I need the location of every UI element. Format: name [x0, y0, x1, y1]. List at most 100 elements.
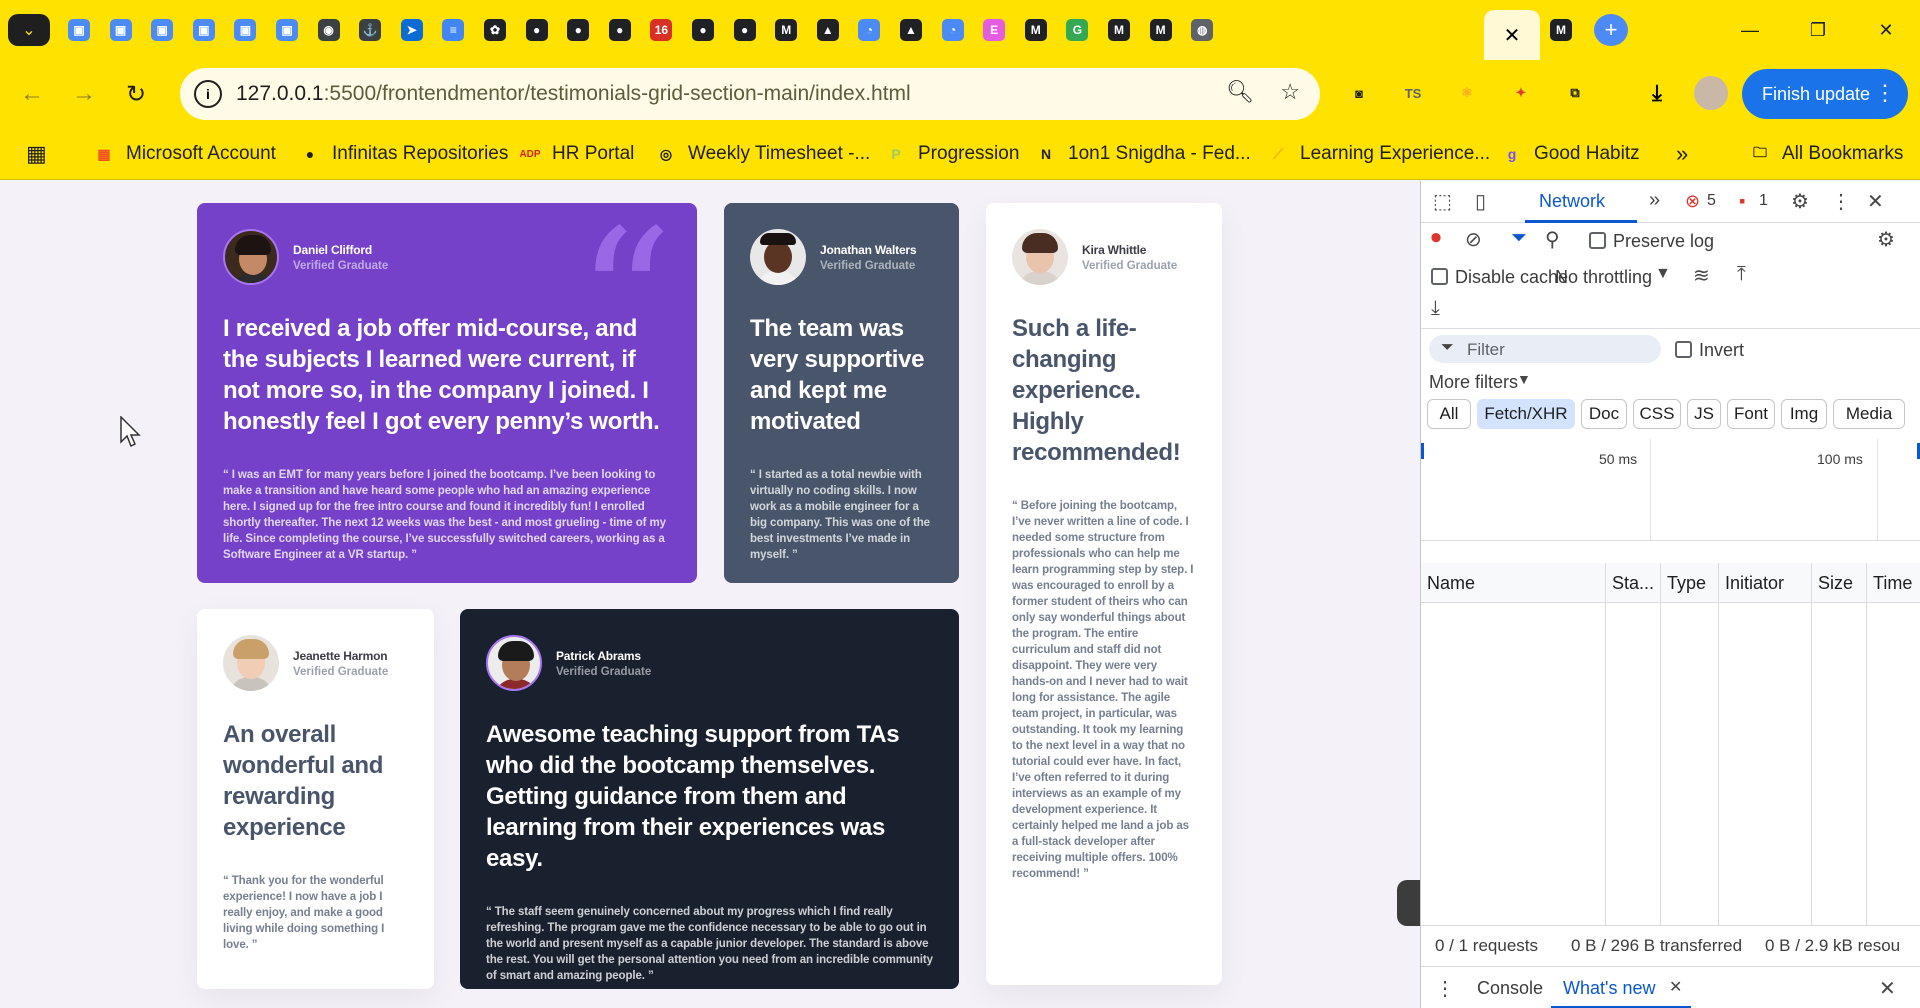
bookmark-item[interactable]: ⟋ Learning Experience... — [1266, 140, 1490, 168]
bookmark-item[interactable]: ADP HR Portal — [518, 140, 634, 168]
filter-input[interactable]: ⏷ Filter — [1429, 335, 1661, 363]
bookmark-item[interactable]: ▦ Microsoft Account — [92, 140, 276, 168]
active-browser-tab[interactable]: ✕ — [1484, 10, 1540, 60]
colorful-extension-icon[interactable]: ✦ — [1504, 76, 1538, 110]
timeline-handle-left[interactable] — [1421, 443, 1424, 459]
column-header[interactable]: Sta... — [1606, 563, 1661, 603]
browser-tab[interactable]: ● — [561, 14, 595, 46]
url-text[interactable]: 127.0.0.1:5500/frontendmentor/testimonia… — [236, 82, 911, 106]
throttling-select[interactable]: No throttling — [1555, 267, 1652, 288]
browser-tab[interactable]: ◔ — [852, 14, 886, 46]
browser-tab[interactable]: ▲ — [811, 14, 845, 46]
inspect-element-icon[interactable]: ⬚ — [1433, 189, 1452, 214]
bookmark-item[interactable]: g Good Habitz — [1500, 140, 1640, 168]
tab-search-button[interactable]: ⌄ — [8, 14, 50, 46]
browser-tab[interactable]: M — [1102, 14, 1136, 46]
column-header[interactable]: Initiator — [1719, 563, 1812, 603]
minimize-button[interactable]: — — [1716, 0, 1784, 60]
column-header[interactable]: Time — [1867, 563, 1920, 603]
browser-tab[interactable]: 16 — [644, 14, 678, 46]
browser-tab[interactable]: ▣ — [62, 14, 96, 46]
browser-tab[interactable]: ▣ — [228, 14, 262, 46]
more-bookmarks-button[interactable]: » — [1676, 140, 1688, 168]
browser-tab[interactable]: ▣ — [270, 14, 304, 46]
filter-chip[interactable]: Fetch/XHR — [1477, 399, 1575, 429]
close-window-button[interactable]: ✕ — [1852, 0, 1920, 60]
clear-icon[interactable]: ⊘ — [1465, 227, 1482, 252]
browser-tab[interactable]: ◔ — [936, 14, 970, 46]
disable-cache-checkbox[interactable] — [1431, 268, 1448, 285]
browser-tab[interactable]: ◍ — [1185, 14, 1219, 46]
site-info-icon[interactable]: i — [194, 80, 222, 108]
search-icon[interactable]: ⚲ — [1545, 227, 1560, 252]
dropdown-arrow-icon[interactable]: ▼ — [1655, 265, 1671, 283]
browser-tab[interactable]: ≡ — [436, 14, 470, 46]
download-icon[interactable]: ⤓ — [1640, 76, 1674, 110]
profile-avatar[interactable] — [1694, 76, 1728, 110]
preserve-log-checkbox[interactable] — [1589, 232, 1606, 249]
filter-chip[interactable]: Img — [1781, 399, 1827, 429]
column-header[interactable]: Type — [1661, 563, 1719, 603]
device-toolbar-icon[interactable]: ▯ — [1475, 189, 1486, 214]
puzzle-extensions-icon[interactable]: ⧉ — [1558, 76, 1592, 110]
bookmark-item[interactable]: ● Infinitas Repositories — [298, 140, 509, 168]
more-vert-icon[interactable]: ⋮ — [1831, 189, 1851, 214]
bookmark-item[interactable]: ◎ Weekly Timesheet -... — [654, 140, 870, 168]
column-header[interactable]: Size — [1812, 563, 1867, 603]
stop-recording-icon[interactable]: ⏺ — [1431, 227, 1441, 250]
finish-update-button[interactable]: Finish update ⋮ — [1742, 69, 1908, 119]
side-panel-handle[interactable] — [1397, 880, 1420, 926]
drawer-menu-icon[interactable]: ⋮ — [1435, 976, 1455, 1001]
browser-tab[interactable]: ● — [603, 14, 637, 46]
forward-button[interactable]: → — [64, 74, 104, 114]
all-bookmarks-button[interactable]: 🗀 All Bookmarks — [1748, 140, 1903, 168]
browser-tab[interactable]: M — [1144, 14, 1178, 46]
bookmark-item[interactable]: P Progression — [884, 140, 1019, 168]
more-filters-button[interactable]: More filters — [1429, 372, 1518, 393]
issues-icon[interactable]: ▪ — [1739, 191, 1745, 212]
apps-grid-icon[interactable]: ▦ — [26, 140, 47, 168]
browser-tab[interactable]: ⚓ — [353, 14, 387, 46]
upload-icon[interactable]: ⤒ — [1737, 263, 1746, 286]
settings-gear-icon[interactable]: ⚙ — [1791, 189, 1809, 214]
bookmark-star-icon[interactable]: ☆ — [1280, 79, 1300, 105]
column-header[interactable]: Name — [1421, 563, 1606, 603]
browser-tab[interactable]: ▣ — [187, 14, 221, 46]
browser-tab[interactable]: ● — [686, 14, 720, 46]
drawer-tab-console[interactable]: Console — [1477, 978, 1543, 999]
filter-chip[interactable]: JS — [1687, 399, 1721, 429]
browser-tab[interactable]: M — [1019, 14, 1053, 46]
browser-tab[interactable]: ➤ — [395, 14, 429, 46]
react-extension-icon[interactable]: ⚛ — [1450, 76, 1484, 110]
browser-tab[interactable]: ▲ — [894, 14, 928, 46]
filter-icon[interactable]: ⏷ — [1511, 227, 1527, 250]
close-whats-new-icon[interactable]: ✕ — [1669, 977, 1682, 997]
filter-chip[interactable]: Doc — [1581, 399, 1627, 429]
browser-tab[interactable]: M — [1544, 14, 1578, 46]
back-button[interactable]: ← — [12, 74, 52, 114]
drawer-tab-whats-new[interactable]: What's new — [1563, 978, 1655, 999]
browser-tab[interactable]: G — [1060, 14, 1094, 46]
download-har-icon[interactable]: ⤓ — [1431, 297, 1440, 320]
reload-button[interactable]: ↻ — [116, 74, 156, 114]
network-conditions-icon[interactable]: ≋ — [1693, 263, 1710, 288]
filter-chip[interactable]: Font — [1727, 399, 1775, 429]
network-settings-icon[interactable]: ⚙ — [1877, 227, 1895, 252]
invert-checkbox[interactable] — [1675, 341, 1692, 358]
close-devtools-icon[interactable]: ✕ — [1867, 189, 1884, 214]
filter-chip[interactable]: CSS — [1633, 399, 1681, 429]
filter-chip[interactable]: Media — [1833, 399, 1905, 429]
profile-card-extension-icon[interactable]: ◙ — [1342, 76, 1376, 110]
close-drawer-icon[interactable]: ✕ — [1879, 976, 1896, 1001]
typescript-extension-icon[interactable]: TS — [1396, 76, 1430, 110]
browser-tab[interactable]: ◉ — [312, 14, 346, 46]
zoom-icon[interactable]: 🔍︎ — [1226, 79, 1254, 105]
close-tab-icon[interactable]: ✕ — [1504, 23, 1521, 48]
address-bar[interactable]: i 127.0.0.1:5500/frontendmentor/testimon… — [180, 68, 1320, 120]
browser-tab[interactable]: ● — [728, 14, 762, 46]
filter-chip[interactable]: All — [1427, 399, 1471, 429]
browser-tab[interactable]: E — [977, 14, 1011, 46]
browser-tab[interactable]: ✿ — [478, 14, 512, 46]
restore-button[interactable]: ❐ — [1784, 0, 1852, 60]
more-tabs-icon[interactable]: » — [1649, 189, 1660, 212]
